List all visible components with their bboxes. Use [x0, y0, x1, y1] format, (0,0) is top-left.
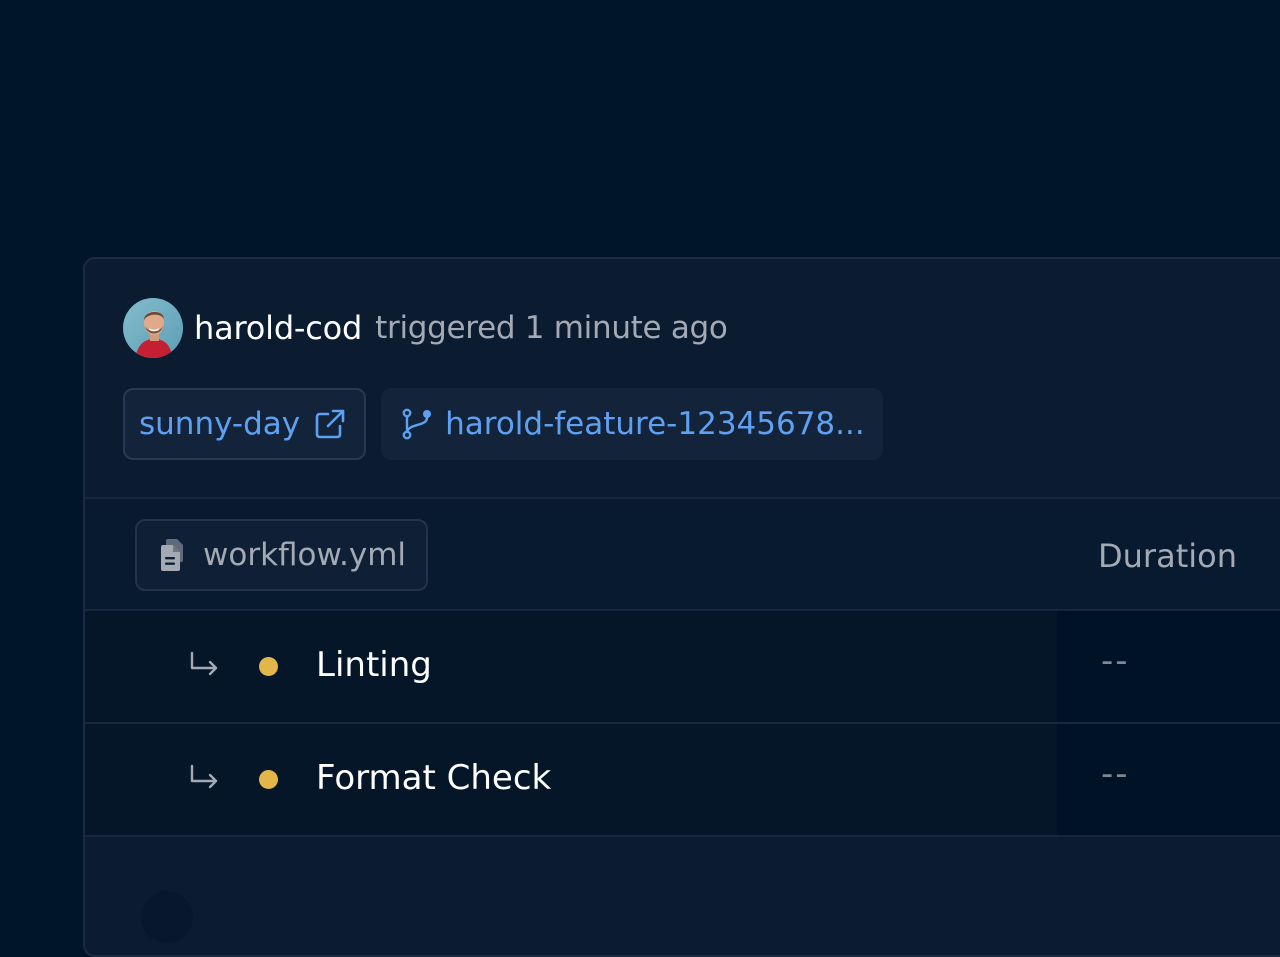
job-duration: --	[1101, 754, 1130, 794]
trigger-time: triggered 1 minute ago	[375, 310, 728, 346]
repo-chip[interactable]: sunny-day	[123, 388, 367, 460]
job-name: Linting	[316, 645, 432, 685]
run-meta: harold-cod triggered 1 minute ago	[123, 297, 728, 359]
pending-status-dot	[259, 657, 278, 676]
duration-cell	[1057, 611, 1280, 722]
branch-label: harold-feature-12345678...	[445, 406, 865, 442]
duration-column-header: Duration	[1098, 537, 1237, 575]
workflow-header: workflow.yml Duration	[85, 499, 1280, 609]
repo-label: sunny-day	[139, 406, 301, 442]
job-name: Format Check	[316, 758, 552, 798]
job-duration: --	[1101, 641, 1130, 681]
pending-status-dot	[259, 770, 278, 789]
user-avatar[interactable]	[123, 298, 183, 358]
partial-avatar	[141, 891, 193, 943]
git-branch-icon	[402, 408, 432, 440]
external-link-icon	[315, 409, 345, 439]
workflow-run-card: harold-cod triggered 1 minute ago sunny-…	[83, 257, 1280, 957]
avatar-portrait-icon	[123, 298, 183, 358]
job-row[interactable]: Format Check --	[85, 724, 1280, 835]
branch-chip[interactable]: harold-feature-12345678...	[381, 388, 883, 460]
document-icon	[161, 539, 183, 571]
job-row[interactable]: Linting --	[85, 611, 1280, 722]
subdirectory-arrow-icon	[190, 651, 218, 676]
username[interactable]: harold-cod	[194, 309, 362, 347]
run-chips: sunny-day harold-feature-12345678...	[123, 388, 883, 460]
row-divider	[85, 835, 1280, 837]
workflow-file-chip[interactable]: workflow.yml	[135, 519, 429, 591]
duration-cell	[1057, 724, 1280, 835]
subdirectory-arrow-icon	[190, 764, 218, 789]
workflow-file-label: workflow.yml	[203, 537, 407, 573]
